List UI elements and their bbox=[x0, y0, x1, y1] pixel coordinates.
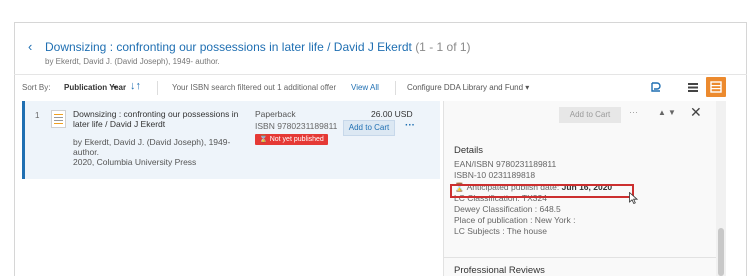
sort-label: Sort By: bbox=[22, 83, 51, 92]
previous-record-icon[interactable]: ▲ bbox=[658, 108, 666, 117]
toolbar-separator bbox=[157, 81, 158, 95]
status-badge: ⌛ Not yet published bbox=[255, 134, 328, 145]
dewey-classification: Dewey Classification : 648.5 bbox=[454, 204, 561, 215]
page-subtitle: by Ekerdt, David J. (David Joseph), 1949… bbox=[45, 57, 220, 66]
book-publication: 2020, Columbia University Press bbox=[73, 157, 197, 167]
more-actions-button[interactable]: ··· bbox=[401, 120, 419, 136]
ean-isbn: EAN/ISBN 9780231189811 bbox=[454, 159, 557, 170]
lc-subjects: LC Subjects : The house bbox=[454, 226, 547, 237]
hourglass-icon: ⌛ bbox=[259, 136, 268, 143]
details-panel: Add to Cart ··· ▲ ▼ ✕ Details EAN/ISBN 9… bbox=[443, 101, 725, 276]
view-all-link[interactable]: View All bbox=[351, 83, 379, 92]
book-title[interactable]: Downsizing : confronting our possessions… bbox=[73, 109, 251, 129]
book-price: 26.00 USD bbox=[371, 109, 413, 119]
sort-direction-icon[interactable]: ↓↑ bbox=[130, 80, 141, 92]
back-icon[interactable]: ‹ bbox=[28, 39, 32, 54]
export-icon[interactable] bbox=[650, 81, 662, 93]
highlight-box bbox=[450, 184, 634, 198]
reviews-divider bbox=[444, 257, 725, 258]
page-title: Downsizing : confronting our possessions… bbox=[45, 40, 471, 54]
panel-scrollbar-thumb[interactable] bbox=[718, 228, 724, 276]
book-author: by Ekerdt, David J. (David Joseph), 1949… bbox=[73, 137, 231, 157]
result-row[interactable]: 1 Downsizing : confronting our possessio… bbox=[22, 101, 440, 179]
list-view-icon[interactable] bbox=[686, 80, 700, 94]
book-format: Paperback bbox=[255, 109, 296, 119]
panel-add-to-cart-button[interactable]: Add to Cart bbox=[559, 107, 621, 123]
isbn-filter-note: Your ISBN search filtered out 1 addition… bbox=[172, 83, 337, 92]
configure-dda-dropdown[interactable]: Configure DDA Library and Fund ▾ bbox=[407, 83, 529, 92]
toolbar: Sort By: Publication Year ▾ ↓↑ Your ISBN… bbox=[22, 77, 747, 99]
book-isbn: ISBN 9780231189811 bbox=[255, 121, 338, 131]
toolbar-separator bbox=[395, 81, 396, 95]
details-heading: Details bbox=[454, 145, 484, 156]
isbn-10: ISBN-10 0231189818 bbox=[454, 170, 536, 181]
result-count: (1 - 1 of 1) bbox=[415, 40, 471, 54]
book-cover-thumbnail bbox=[51, 110, 66, 128]
close-icon[interactable]: ✕ bbox=[690, 104, 702, 121]
next-record-icon[interactable]: ▼ bbox=[668, 108, 676, 117]
badge-text: Not yet published bbox=[269, 136, 324, 143]
professional-reviews-heading[interactable]: Professional Reviews bbox=[454, 265, 545, 276]
panel-more-actions-button[interactable]: ··· bbox=[629, 107, 638, 117]
sort-caret-icon[interactable]: ▾ bbox=[113, 83, 117, 92]
row-number: 1 bbox=[35, 111, 40, 120]
place-of-publication: Place of publication : New York : bbox=[454, 215, 576, 226]
title-text: Downsizing : confronting our possessions… bbox=[45, 40, 412, 54]
grid-view-icon[interactable] bbox=[706, 77, 726, 97]
toolbar-divider bbox=[14, 74, 747, 75]
add-to-cart-button[interactable]: Add to Cart bbox=[343, 120, 395, 136]
mouse-cursor-icon bbox=[629, 192, 638, 204]
